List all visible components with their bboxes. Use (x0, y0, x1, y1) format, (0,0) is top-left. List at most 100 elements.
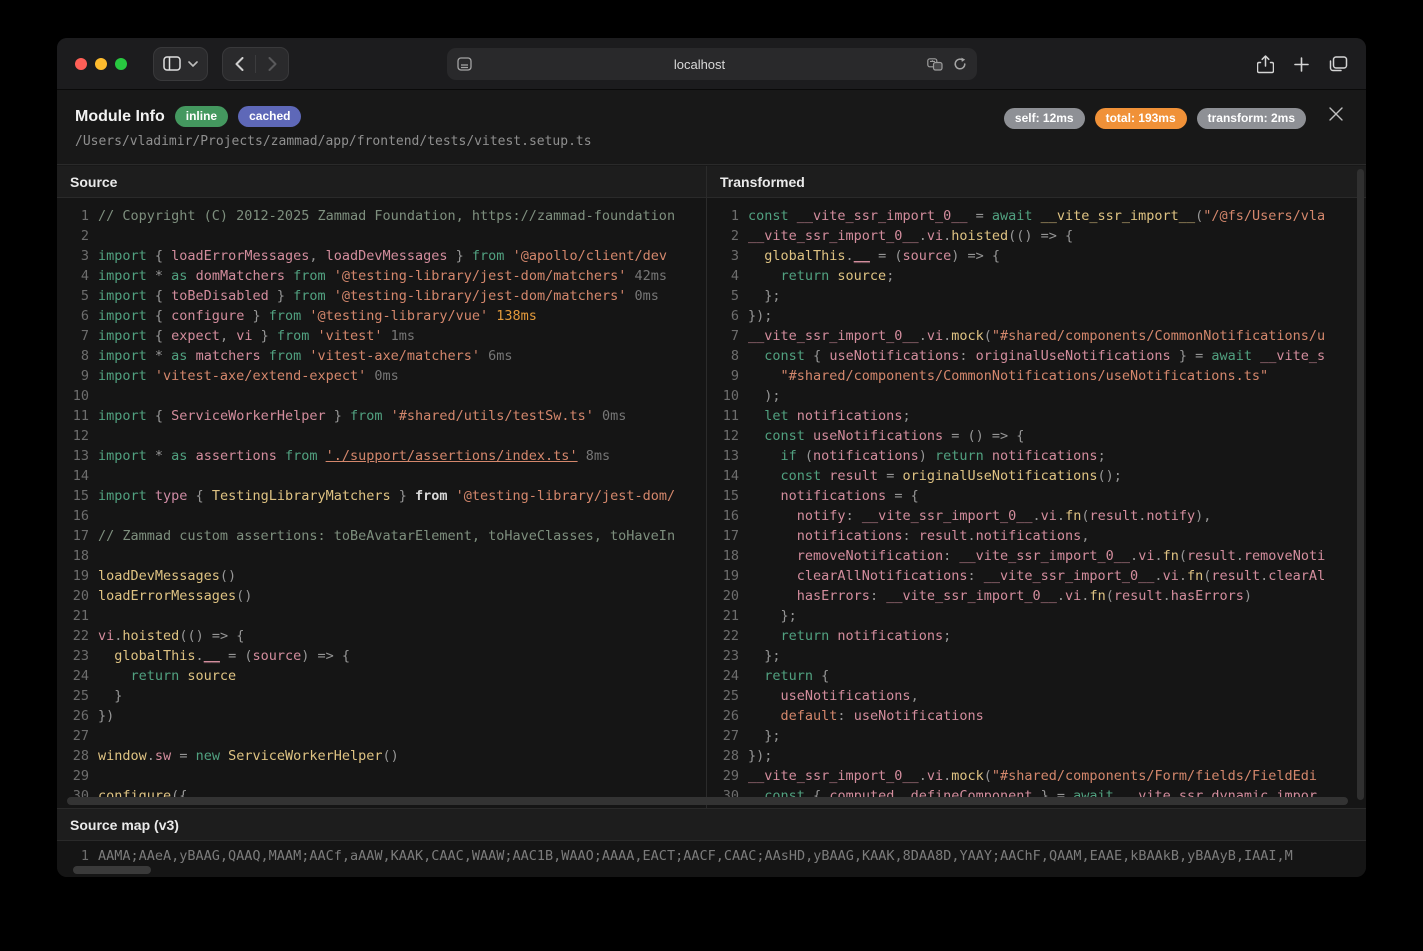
code-token (98, 668, 131, 684)
address-bar[interactable]: localhost (447, 48, 977, 80)
code-token: vi (1065, 588, 1081, 604)
code-token: * (155, 448, 171, 464)
code-token: ( (1179, 548, 1187, 564)
page-settings-icon[interactable] (457, 57, 472, 71)
line-number: 17 (715, 526, 739, 546)
code-line: 17 notifications: result.notifications, (715, 526, 1366, 546)
line-number: 4 (715, 266, 739, 286)
transformed-horizontal-scrollbar[interactable] (707, 797, 1348, 805)
tab-overview-icon[interactable] (1329, 56, 1348, 72)
code-token: { (155, 308, 171, 324)
code-token: originalUseNotifications (976, 348, 1171, 364)
code-token: loadErrorMessages (171, 248, 309, 264)
code-token: . (1154, 568, 1162, 584)
code-line: 2__vite_ssr_import_0__.vi.hoisted(() => … (715, 226, 1366, 246)
code-token: . (968, 528, 976, 544)
transformed-code[interactable]: 1const __vite_ssr_import_0__ = await __v… (707, 198, 1366, 808)
new-tab-icon[interactable] (1294, 57, 1309, 72)
code-token: ( (1195, 208, 1203, 224)
code-line: 11 let notifications; (715, 406, 1366, 426)
code-token: '#shared/utils/testSw.ts' (391, 408, 594, 424)
code-token: . (1179, 568, 1187, 584)
code-token: . (196, 648, 204, 664)
code-token: new (196, 748, 229, 764)
sourcemap-horizontal-scrollbar[interactable] (73, 866, 151, 874)
forward-button[interactable] (256, 48, 288, 80)
sourcemap-title: Source map (v3) (70, 817, 179, 833)
code-token: 6ms (480, 348, 513, 364)
code-token: from (293, 268, 334, 284)
code-token: from (350, 408, 391, 424)
transformed-vertical-scrollbar[interactable] (1357, 169, 1364, 800)
code-token: notifications (797, 528, 903, 544)
line-number: 27 (715, 726, 739, 746)
code-token: loadDevMessages (98, 568, 220, 584)
code-token: 0ms (626, 288, 659, 304)
code-token: clearAllNotifications (797, 568, 968, 584)
sidebar-icon (163, 56, 181, 71)
code-line: 13import * as assertions from './support… (65, 446, 706, 466)
code-line: 26 default: useNotifications (715, 706, 1366, 726)
code-token: originalUseNotifications (902, 468, 1097, 484)
code-line: 28}); (715, 746, 1366, 766)
zoom-window-button[interactable] (115, 58, 127, 70)
timing-badges: self: 12ms total: 193ms transform: 2ms (1004, 108, 1306, 129)
code-token: ) => { (951, 248, 1000, 264)
minimize-window-button[interactable] (95, 58, 107, 70)
code-token: ; (902, 408, 910, 424)
code-token: notify (797, 508, 846, 524)
line-number: 21 (65, 606, 89, 626)
reload-icon[interactable] (953, 57, 967, 71)
url-text[interactable]: localhost (472, 57, 927, 72)
line-number: 29 (65, 766, 89, 786)
line-number: 18 (715, 546, 739, 566)
line-number: 6 (65, 306, 89, 326)
code-line: 20 hasErrors: __vite_ssr_import_0__.vi.f… (715, 586, 1366, 606)
code-line: 24 return { (715, 666, 1366, 686)
transformed-panel-title: Transformed (720, 174, 805, 190)
code-token: . (943, 768, 951, 784)
code-token: () (383, 748, 399, 764)
code-token: clearAl (1268, 568, 1325, 584)
code-token: . (1236, 548, 1244, 564)
code-token: , (309, 248, 325, 264)
code-token: }; (748, 728, 781, 744)
sourcemap-mappings: AAMA;AAeA,yBAAG,QAAQ,MAAM;AACf,aAAW,KAAK… (98, 846, 1293, 866)
code-token: __ (854, 248, 870, 264)
code-token: useNotifications (781, 688, 911, 704)
code-token: useNotifications (829, 348, 959, 364)
line-number: 23 (65, 646, 89, 666)
code-token: } (98, 688, 122, 704)
close-window-button[interactable] (75, 58, 87, 70)
code-line: 17// Zammad custom assertions: toBeAvata… (65, 526, 706, 546)
sidebar-toggle-button[interactable] (153, 47, 208, 81)
code-line: 4import * as domMatchers from '@testing-… (65, 266, 706, 286)
code-token: ( (984, 328, 992, 344)
code-token: globalThis (764, 248, 845, 264)
code-token: result (1211, 568, 1260, 584)
code-line: 21 (65, 606, 706, 626)
code-line: 7__vite_ssr_import_0__.vi.mock("#shared/… (715, 326, 1366, 346)
code-token: import (98, 328, 155, 344)
browser-titlebar: localhost (57, 38, 1366, 90)
code-token: "#shared/components/CommonNotifications/… (992, 328, 1325, 344)
code-token: . (919, 768, 927, 784)
code-token: const (764, 428, 813, 444)
back-button[interactable] (223, 48, 255, 80)
code-token: result (919, 528, 968, 544)
code-line: 9import 'vitest-axe/extend-expect' 0ms (65, 366, 706, 386)
line-number: 10 (715, 386, 739, 406)
code-token: // Zammad custom assertions: toBeAvatarE… (98, 528, 675, 544)
code-token (748, 408, 764, 424)
code-token (748, 548, 797, 564)
close-button[interactable] (1326, 104, 1346, 124)
share-icon[interactable] (1257, 55, 1274, 74)
line-number: 20 (65, 586, 89, 606)
source-code[interactable]: 1// Copyright (C) 2012-2025 Zammad Found… (57, 198, 706, 808)
code-token: vi (98, 628, 114, 644)
code-token: . (1130, 548, 1138, 564)
translate-icon[interactable] (927, 58, 943, 71)
code-token: fn (1187, 568, 1203, 584)
code-token: () (220, 568, 236, 584)
code-token: as (171, 348, 195, 364)
